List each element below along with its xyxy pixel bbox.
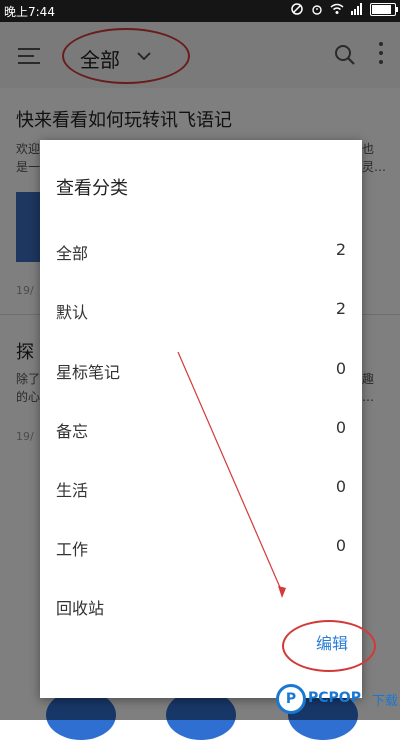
category-label: 备忘: [56, 422, 89, 441]
status-icons: [290, 2, 398, 16]
category-item-work[interactable]: 工作 0: [40, 528, 362, 568]
category-count: 0: [335, 477, 346, 496]
category-label: 生活: [56, 481, 89, 500]
watermark-text: PCPOP: [308, 690, 361, 706]
category-label: 工作: [56, 540, 89, 559]
watermark-sub: 下载: [372, 694, 399, 709]
do-not-disturb-icon: [290, 2, 304, 16]
category-label: 回收站: [56, 599, 105, 618]
category-item-default[interactable]: 默认 2: [40, 291, 362, 331]
category-label: 全部: [56, 244, 89, 263]
category-count: 0: [335, 359, 346, 378]
category-item-all[interactable]: 全部 2: [40, 232, 362, 272]
category-item-life[interactable]: 生活 0: [40, 469, 362, 509]
dialog-title: 查看分类: [56, 178, 128, 199]
category-label: 星标笔记: [56, 363, 121, 382]
category-dialog: 查看分类 全部 2 默认 2 星标笔记 0 备忘 0 生活 0 工作 0 回收站…: [40, 140, 376, 698]
watermark: P PCPOP 下载: [276, 680, 400, 720]
category-count: 2: [335, 299, 346, 318]
status-bar: 晚上7:44: [0, 0, 400, 22]
alarm-icon: [310, 2, 324, 16]
watermark-logo: P: [276, 684, 306, 714]
category-count: 2: [335, 240, 346, 259]
status-time: 晚上7:44: [4, 5, 55, 19]
category-count: 0: [335, 536, 346, 555]
category-count: 0: [335, 418, 346, 437]
wifi-icon: [330, 2, 344, 16]
signal-icon: [350, 2, 364, 16]
category-label: 默认: [56, 303, 89, 322]
category-item-starred[interactable]: 星标笔记 0: [40, 351, 362, 391]
edit-button[interactable]: 编辑: [316, 630, 348, 654]
battery-icon: [370, 2, 398, 16]
category-item-memo[interactable]: 备忘 0: [40, 410, 362, 450]
